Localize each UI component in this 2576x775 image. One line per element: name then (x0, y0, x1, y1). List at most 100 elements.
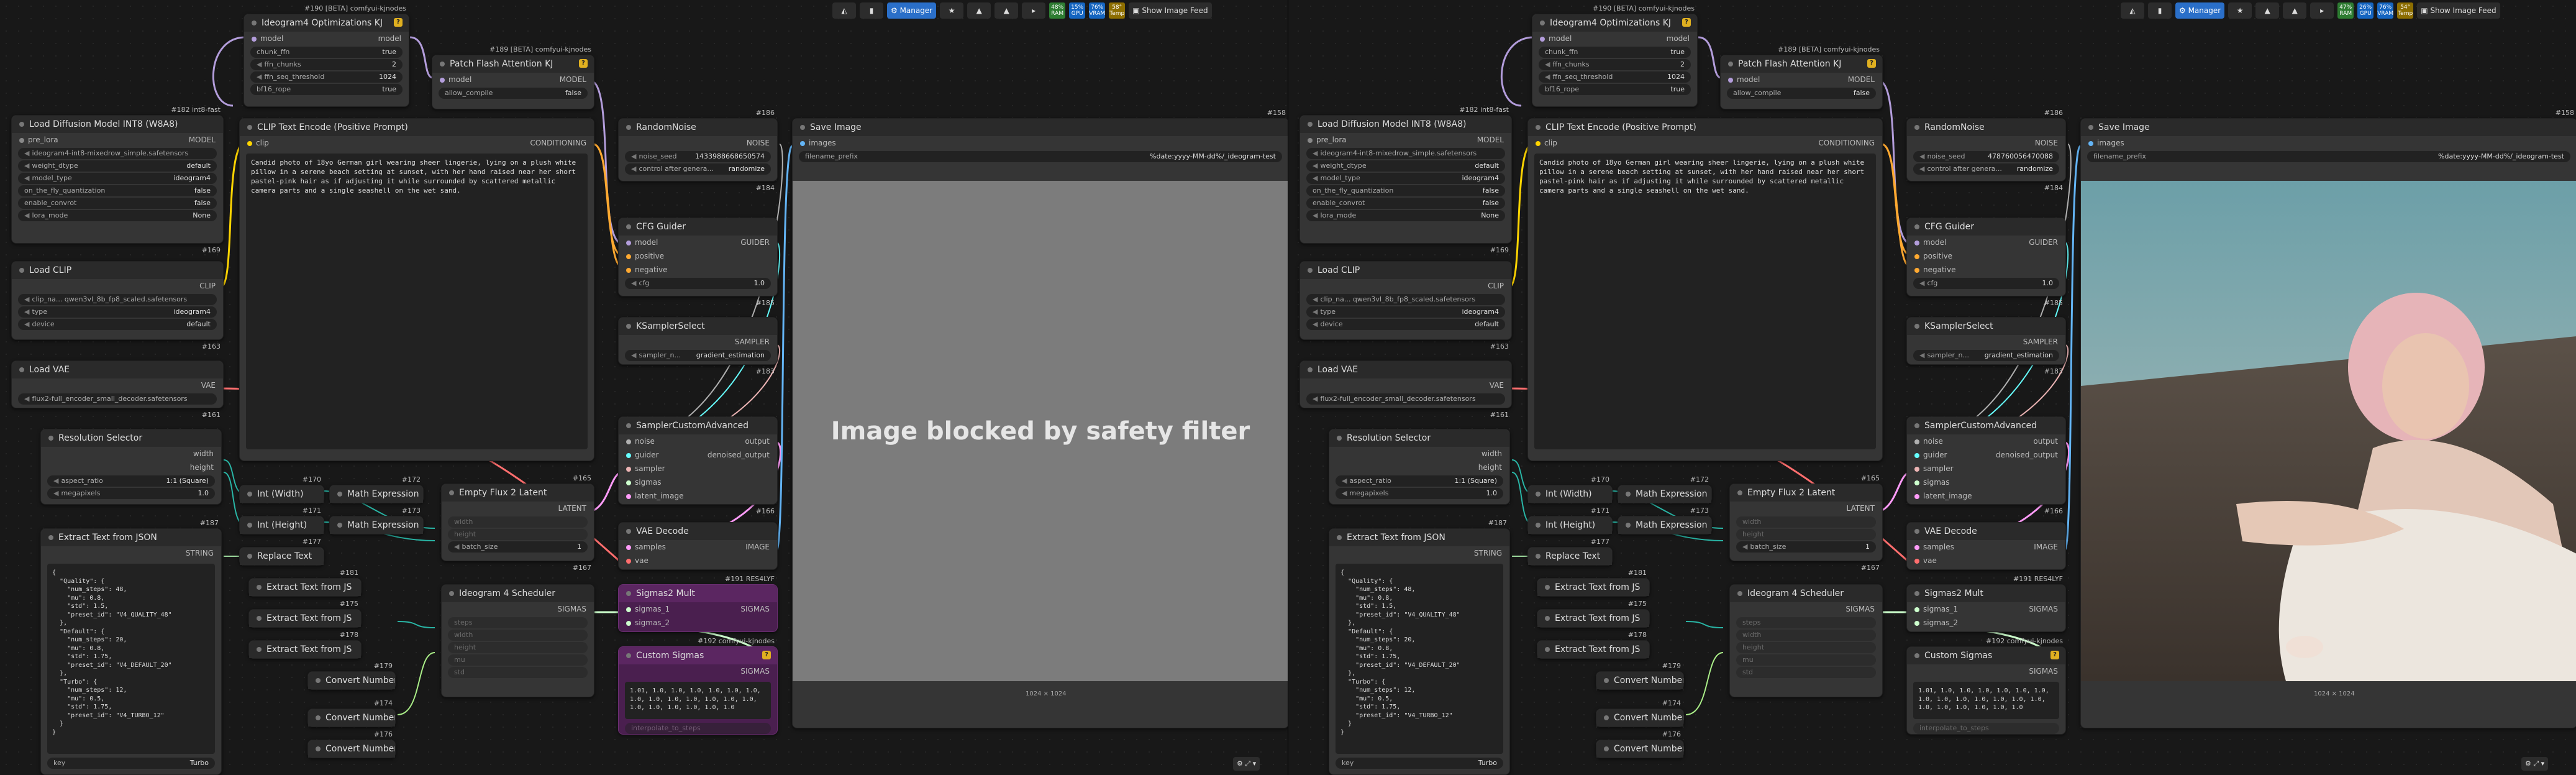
control-after-generate-select[interactable]: ◀ control after genera... randomize (1913, 163, 2059, 175)
empty-flux2-latent-node[interactable]: #165 Empty Flux 2 Latent LATENT width he… (1729, 474, 1883, 572)
vae-output-slot[interactable]: VAE (12, 378, 223, 392)
lora-mode-select[interactable]: ◀ lora_mode None (18, 210, 217, 221)
std-widget[interactable]: std (1736, 667, 1876, 678)
left-workflow-canvas[interactable]: #190 [BETA] comfyui-kjnodes Ideogram4 Op… (0, 0, 1288, 775)
clip-slot[interactable]: clip CONDITIONING (240, 136, 594, 150)
node-title[interactable]: SamplerCustomAdvanced (1907, 417, 2065, 434)
height-output-slot[interactable]: height (41, 461, 221, 474)
interpolate-to-steps-widget[interactable]: interpolate_to_steps (1913, 723, 2059, 734)
latent-image-slot[interactable]: latent_image (1907, 489, 2065, 503)
mu-widget[interactable]: mu (448, 654, 588, 666)
node-title[interactable]: CFG Guider (619, 218, 777, 236)
node-title[interactable]: KSamplerSelect (619, 318, 777, 335)
node-title[interactable]: Custom Sigmas (619, 647, 777, 664)
node-title[interactable]: Save Image (793, 119, 1288, 136)
string-output-slot[interactable]: STRING (1329, 546, 1509, 560)
node-title[interactable]: Math Expression (1618, 485, 1711, 503)
patch-flash-attention-node[interactable]: #189 [BETA] comfyui-kjnodes Patch Flash … (432, 45, 594, 109)
convert-number-node-3[interactable]: #176 Convert Number (1596, 730, 1684, 758)
ffn-seq-threshold-widget[interactable]: ◀ ffn_seq_threshold 1024 (250, 71, 403, 83)
vae-decode-node[interactable]: VAE Decode samples IMAGE vae (618, 522, 778, 570)
int-height-node[interactable]: #171 Int (Height) (1527, 507, 1613, 534)
control-after-generate-select[interactable]: ◀ control after genera... randomize (625, 163, 771, 175)
save-image-node[interactable]: #158 Save Image images filename_prefix %d… (2080, 109, 2576, 728)
height-widget[interactable]: height (1736, 529, 1876, 540)
height-widget[interactable]: height (448, 642, 588, 653)
node-title[interactable]: SamplerCustomAdvanced (619, 417, 777, 434)
pre-lora-slot[interactable]: pre_lora MODEL (12, 133, 223, 147)
custom-sigmas-node[interactable]: #192 comfyui-kjnodes Custom Sigmas ? SIG… (618, 637, 778, 735)
cfg-guider-node[interactable]: CFG Guider model GUIDER positive negative… (1906, 218, 2066, 307)
output-image-preview[interactable]: Image blocked by safety filter (793, 181, 1288, 681)
node-title[interactable]: Convert Number (308, 709, 395, 727)
node-title[interactable]: Load Diffusion Model INT8 (W8A8) (12, 116, 223, 133)
latent-output-slot[interactable]: LATENT (1730, 502, 1882, 515)
patch-flash-attention-node[interactable]: #189 [BETA] comfyui-kjnodes Patch Flash … (1720, 45, 1883, 109)
node-title[interactable]: Sigmas2 Mult (1907, 585, 2065, 602)
load-clip-node[interactable]: Load CLIP CLIP ◀ clip_na... qwen3vl_8b_fp… (1299, 261, 1512, 351)
key-input[interactable]: key Turbo (1336, 758, 1503, 769)
convert-number-node-2[interactable]: #174 Convert Number (307, 699, 396, 727)
node-title[interactable]: Extract Text from JS (1537, 579, 1649, 596)
images-slot[interactable]: images (793, 136, 1288, 150)
canvas-controls[interactable]: ⚙ ⤢ ▾ (2521, 757, 2549, 771)
weight-dtype-select[interactable]: ◀ weight_dtype default (18, 160, 217, 172)
bell-icon[interactable]: ▲ (967, 2, 991, 19)
aspect-ratio-select[interactable]: ◀ aspect_ratio 1:1 (Square) (47, 475, 215, 487)
cfg-widget[interactable]: ◀ cfg 1.0 (1913, 278, 2059, 289)
sampler-name-select[interactable]: ◀ sampler_n... gradient_estimation (1913, 350, 2059, 361)
canvas-controls[interactable]: ⚙ ⤢ ▾ (1233, 757, 1260, 771)
cfg-widget[interactable]: ◀ cfg 1.0 (625, 278, 771, 289)
batch-size-widget[interactable]: ◀ batch_size 1 (1736, 541, 1876, 553)
node-title[interactable]: Patch Flash Attention KJ (1721, 55, 1882, 73)
positive-slot[interactable]: positive (1907, 249, 2065, 263)
sigmas-output-slot[interactable]: SIGMAS (442, 602, 594, 616)
mu-widget[interactable]: mu (1736, 654, 1876, 666)
convrot-toggle[interactable]: enable_convrot false (18, 198, 217, 209)
width-output-slot[interactable]: width (1329, 447, 1509, 461)
sigmas-output-slot[interactable]: SIGMAS (1730, 602, 1882, 616)
sigmas-2-slot[interactable]: sigmas_2 (1907, 616, 2065, 630)
filename-prefix-input[interactable]: filename_prefix %date:yyyy-MM-dd%/_ideogr… (2087, 151, 2570, 162)
node-title[interactable]: Extract Text from JSON (41, 529, 221, 546)
extract-text-json-node[interactable]: #187 Extract Text from JSON STRING { "Qu… (40, 519, 222, 775)
sigmas-slot[interactable]: sigmas (619, 475, 777, 489)
sigmas-1-slot[interactable]: sigmas_1 SIGMAS (1907, 602, 2065, 616)
generated-image[interactable] (2081, 181, 2576, 681)
extract-text-js-node-2[interactable]: #175 Extract Text from JS (1537, 600, 1650, 628)
vae-slot[interactable]: vae (1907, 554, 2065, 567)
sampler-custom-advanced-node[interactable]: SamplerCustomAdvanced noise output guider… (618, 416, 778, 515)
extract-text-js-node-1[interactable]: #181 Extract Text from JS (1537, 569, 1650, 597)
sigmas-output-slot[interactable]: SIGMAS (1907, 664, 2065, 678)
node-title[interactable]: Empty Flux 2 Latent (442, 484, 594, 502)
vae-name-select[interactable]: ◀ flux2-full_encoder_small_decoder.safete… (1306, 393, 1505, 405)
height-widget[interactable]: height (1736, 642, 1876, 653)
info-icon[interactable]: ? (394, 18, 403, 27)
right-workflow-canvas[interactable]: #190 [BETA] comfyui-kjnodes Ideogram4 Op… (1288, 0, 2576, 775)
string-output-slot[interactable]: STRING (41, 546, 221, 560)
node-title[interactable]: Patch Flash Attention KJ (432, 55, 594, 73)
sigmas2-mult-node[interactable]: #191 RES4LYF Sigmas2 Mult sigmas_1 SIGMAS… (1906, 575, 2066, 632)
node-title[interactable]: Extract Text from JS (249, 579, 361, 596)
convert-number-node-1[interactable]: #179 Convert Number (1596, 662, 1684, 690)
node-title[interactable]: Int (Width) (1528, 485, 1612, 503)
sampler-output-slot[interactable]: SAMPLER (619, 335, 777, 349)
random-noise-node[interactable]: #186 RandomNoise NOISE ◀ noise_seed 478760… (1906, 109, 2066, 192)
height-output-slot[interactable]: height (1329, 461, 1509, 474)
load-vae-node[interactable]: Load VAE VAE ◀ flux2-full_encoder_small_d… (1299, 360, 1512, 419)
node-title[interactable]: Convert Number (1596, 672, 1683, 689)
node-title[interactable]: Resolution Selector (41, 429, 221, 447)
node-title[interactable]: Extract Text from JS (249, 610, 361, 627)
vae-output-slot[interactable]: VAE (1300, 378, 1511, 392)
clip-name-select[interactable]: ◀ clip_na... qwen3vl_8b_fp8_scaled.safete… (18, 294, 217, 305)
node-title[interactable]: CLIP Text Encode (Positive Prompt) (1528, 119, 1882, 136)
megapixels-widget[interactable]: ◀ megapixels 1.0 (1336, 488, 1503, 499)
puzzle-icon[interactable]: ▲ (994, 2, 1019, 19)
queue-icon[interactable]: ▮ (2148, 2, 2172, 19)
node-title[interactable]: Math Expression (330, 485, 423, 503)
node-title[interactable]: CLIP Text Encode (Positive Prompt) (240, 119, 594, 136)
clip-text-encode-node[interactable]: CLIP Text Encode (Positive Prompt) clip C… (239, 118, 594, 461)
sigmas-1-slot[interactable]: sigmas_1 SIGMAS (619, 602, 777, 616)
height-widget[interactable]: height (448, 529, 588, 540)
extract-text-json-node[interactable]: #187 Extract Text from JSON STRING { "Qu… (1329, 519, 1510, 775)
